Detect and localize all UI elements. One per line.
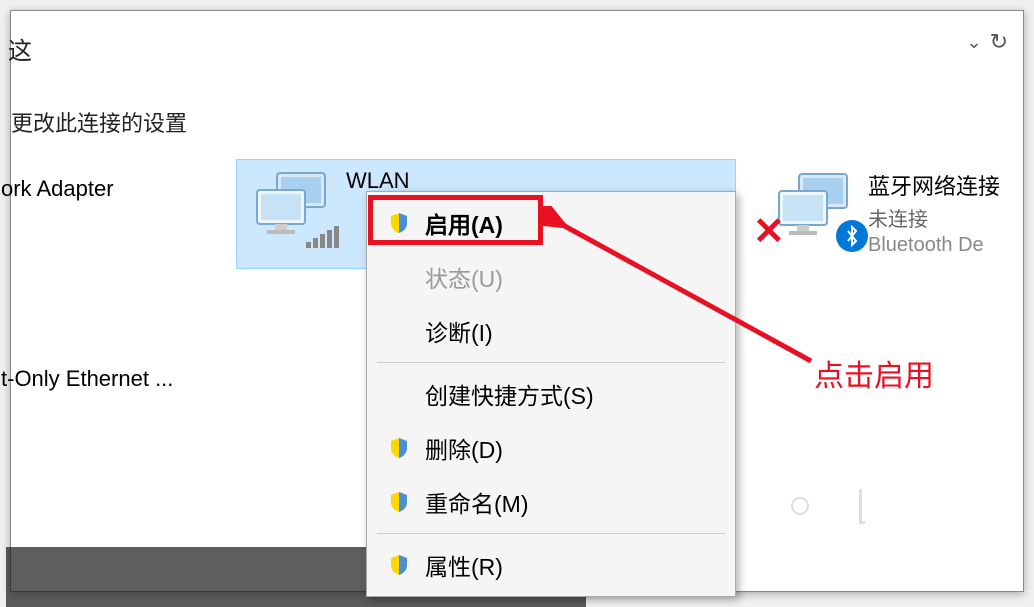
shield-icon <box>387 211 411 235</box>
adapter-device: Bluetooth De <box>868 234 1000 257</box>
menu-item-rename[interactable]: 重命名(M) <box>367 475 735 529</box>
menu-label: 删除(D) <box>425 431 503 465</box>
menu-label: 属性(R) <box>425 548 503 582</box>
shield-icon <box>387 490 411 514</box>
adapter-item-ork[interactable]: ork Adapter <box>1 176 114 202</box>
menu-label: 诊断(I) <box>425 314 493 348</box>
adapter-name: t-Only Ethernet ... <box>1 366 173 392</box>
section-label: 更改此连接的设置 <box>11 106 187 138</box>
menu-label: 状态(U) <box>425 260 503 294</box>
menu-item-properties[interactable]: 属性(R) <box>367 538 735 592</box>
menu-label: 启用(A) <box>425 206 503 240</box>
menu-item-delete[interactable]: 删除(D) <box>367 421 735 475</box>
signal-bars-icon <box>306 226 339 248</box>
context-menu: 启用(A) 状态(U) 诊断(I) 创建快捷方式(S) 删除(D) <box>366 191 736 597</box>
menu-label: 创建快捷方式(S) <box>425 377 594 411</box>
menu-item-shortcut[interactable]: 创建快捷方式(S) <box>367 367 735 421</box>
disconnected-x-icon: ✕ <box>753 209 785 254</box>
shield-icon <box>387 553 411 577</box>
network-adapter-icon: ✕ <box>771 169 856 244</box>
adapter-name: 蓝牙网络连接 <box>868 169 1000 201</box>
menu-item-diagnose[interactable]: 诊断(I) <box>367 304 735 358</box>
toolbar: ⌄ ↻ <box>966 29 1008 55</box>
view-dropdown-icon[interactable]: ⌄ <box>966 32 981 53</box>
shield-icon <box>387 436 411 460</box>
refresh-icon[interactable]: ↻ <box>990 29 1008 55</box>
menu-separator <box>377 362 725 363</box>
annotation-text: 点击启用 <box>814 351 934 395</box>
adapter-status: 未连接 <box>868 203 1000 232</box>
adapter-item-bluetooth[interactable]: ✕ 蓝牙网络连接 未连接 Bluetooth De <box>771 169 1000 257</box>
network-connections-window: 这 ⌄ ↻ 更改此连接的设置 ork Adapter <box>10 10 1024 592</box>
adapter-item-ethernet[interactable]: t-Only Ethernet ... <box>1 366 173 392</box>
partial-element <box>791 476 921 536</box>
adapter-name: ork Adapter <box>1 176 114 202</box>
menu-separator <box>377 533 725 534</box>
menu-label: 重命名(M) <box>425 485 528 519</box>
menu-item-enable[interactable]: 启用(A) <box>367 196 735 250</box>
menu-item-status: 状态(U) <box>367 250 735 304</box>
bluetooth-icon <box>836 220 868 252</box>
network-adapter-icon <box>249 168 334 243</box>
partial-text: 这 <box>8 31 32 66</box>
